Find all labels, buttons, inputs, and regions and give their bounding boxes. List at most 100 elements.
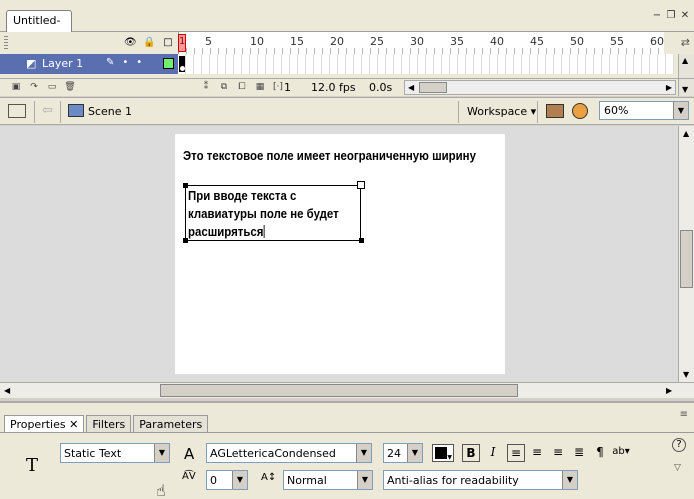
- scroll-left-icon[interactable]: ◀: [4, 386, 10, 395]
- insert-layer-icon[interactable]: ▣: [10, 81, 22, 93]
- edit-multiple-frames-icon[interactable]: ▦: [254, 81, 266, 93]
- layer-outline-color-swatch[interactable]: [163, 58, 174, 69]
- outline-icon[interactable]: □: [162, 37, 174, 49]
- scrollbar-thumb[interactable]: [419, 82, 447, 93]
- antialias-select[interactable]: Anti-alias for readability ▼: [383, 470, 578, 490]
- minimize-icon[interactable]: −: [652, 10, 662, 22]
- layer-name[interactable]: Layer 1: [42, 57, 83, 70]
- scroll-right-icon[interactable]: ▶: [666, 83, 672, 92]
- chevron-down-icon[interactable]: ▼: [356, 444, 371, 462]
- tab-properties[interactable]: Properties ✕: [4, 415, 85, 433]
- layer-header[interactable]: ◩ Layer 1 ✎ • •: [0, 54, 178, 74]
- separator: [537, 101, 538, 123]
- document-tab-bar: Untitled-1* − ❐ ✕: [0, 0, 694, 47]
- delete-layer-icon[interactable]: 🗑: [64, 81, 76, 93]
- scene-breadcrumb[interactable]: Scene 1: [88, 105, 132, 118]
- font-family-select[interactable]: AGLettericaCondensed ▼: [206, 443, 372, 463]
- align-left-icon[interactable]: ≡: [507, 444, 525, 462]
- edit-scene-icon[interactable]: [546, 104, 564, 118]
- text-line: расширяться: [188, 224, 264, 239]
- chevron-down-icon: ▼: [447, 454, 452, 461]
- expand-panel-icon[interactable]: ▽: [674, 463, 681, 473]
- antialias-value: Anti-alias for readability: [387, 474, 519, 487]
- ruler-number: 10: [250, 35, 264, 48]
- back-arrow-icon[interactable]: ⇦: [42, 103, 53, 118]
- close-icon[interactable]: ✕: [680, 10, 690, 22]
- onion-skin-outlines-icon[interactable]: ⧠: [236, 81, 248, 93]
- add-motion-guide-icon[interactable]: ↷: [28, 81, 40, 93]
- scroll-left-icon[interactable]: ◀: [408, 83, 414, 92]
- zoom-value: 60%: [604, 104, 629, 117]
- resize-handle[interactable]: [183, 183, 188, 188]
- align-center-icon[interactable]: ≡: [528, 444, 546, 462]
- eye-icon[interactable]: 👁: [124, 37, 137, 49]
- text-type-select[interactable]: Static Text ▼: [60, 443, 170, 463]
- tab-filters[interactable]: Filters: [86, 415, 132, 433]
- timeline-toggle-icon[interactable]: [8, 104, 26, 118]
- ruler-number: 60: [650, 35, 664, 48]
- character-position-select[interactable]: Normal ▼: [283, 470, 373, 490]
- keyframe-dot-icon: [180, 66, 185, 71]
- window-controls: − ❐ ✕: [652, 10, 690, 22]
- tab-parameters[interactable]: Parameters: [133, 415, 209, 433]
- lock-icon[interactable]: 🔒: [143, 37, 155, 49]
- stage-horizontal-scrollbar[interactable]: ◀ ▶: [0, 382, 694, 398]
- pasteboard[interactable]: Это текстовое поле имеет неограниченную …: [0, 126, 678, 382]
- scroll-down-icon[interactable]: ▼: [683, 370, 689, 379]
- text-color-swatch[interactable]: ▼: [432, 444, 454, 462]
- playhead[interactable]: 1: [178, 34, 186, 52]
- text-type-value: Static Text: [64, 447, 122, 460]
- visibility-dot-icon[interactable]: •: [122, 57, 128, 68]
- frame-cells[interactable]: [178, 54, 674, 74]
- chevron-down-icon[interactable]: ▼: [407, 444, 422, 462]
- fixed-width-text-field[interactable]: При вводе текста с клавиатуры поле не бу…: [185, 185, 361, 241]
- modify-onion-markers-icon[interactable]: [·]: [272, 81, 284, 93]
- layer-row[interactable]: ◩ Layer 1 ✎ • •: [0, 54, 694, 74]
- help-icon[interactable]: ?: [672, 438, 686, 452]
- timeline-menu-icon[interactable]: ⇄: [681, 36, 690, 49]
- frame-ruler[interactable]: 5 10 15 20 25 30 35 40 45 50 55 60: [178, 32, 664, 54]
- restore-icon[interactable]: ❐: [666, 10, 676, 22]
- letter-spacing-value: 0: [210, 474, 217, 487]
- timeline-header: 👁 🔒 □ 5 10 15 20 25 30 35 40 45 50 55 60…: [0, 32, 694, 54]
- text-orientation-icon[interactable]: ab▾: [612, 444, 630, 462]
- scroll-up-icon[interactable]: ▲: [682, 56, 688, 65]
- justify-icon[interactable]: ≣: [570, 444, 588, 462]
- timeline-horizontal-scrollbar[interactable]: ◀ ▶: [404, 80, 676, 95]
- italic-icon[interactable]: I: [484, 444, 502, 462]
- panel-menu-icon[interactable]: ≡: [680, 409, 688, 420]
- letter-spacing-field[interactable]: 0 ▼: [206, 470, 248, 490]
- edit-symbols-icon[interactable]: [572, 103, 588, 119]
- scrollbar-thumb[interactable]: [680, 230, 693, 288]
- chevron-down-icon[interactable]: ▼: [562, 471, 577, 489]
- chevron-down-icon[interactable]: ▼: [357, 471, 372, 489]
- insert-folder-icon[interactable]: ▭: [46, 81, 58, 93]
- stage-vertical-scrollbar[interactable]: ▲ ▼: [678, 126, 694, 382]
- close-tab-icon[interactable]: ✕: [69, 418, 78, 431]
- lock-dot-icon[interactable]: •: [136, 57, 142, 68]
- font-size-field[interactable]: 24 ▼: [383, 443, 423, 463]
- chevron-down-icon[interactable]: ▼: [673, 102, 688, 119]
- workspace-menu[interactable]: Workspace ▾: [467, 105, 536, 118]
- document-tab[interactable]: Untitled-1*: [6, 10, 72, 47]
- chevron-down-icon[interactable]: ▼: [154, 444, 169, 462]
- resize-handle[interactable]: [183, 238, 188, 243]
- resize-handle[interactable]: [359, 238, 364, 243]
- bold-icon[interactable]: B: [462, 444, 480, 462]
- scroll-up-icon[interactable]: ▲: [683, 129, 689, 138]
- center-frame-icon[interactable]: ⁑: [200, 81, 212, 93]
- width-handle-square[interactable]: [357, 181, 365, 189]
- scrollbar-thumb[interactable]: [160, 384, 518, 397]
- chevron-down-icon[interactable]: ▼: [232, 471, 247, 489]
- unlimited-width-text-field[interactable]: Это текстовое поле имеет неограниченную …: [183, 148, 476, 163]
- ruler-number: 50: [570, 35, 584, 48]
- scroll-right-icon[interactable]: ▶: [666, 386, 672, 395]
- paragraph-format-icon[interactable]: ¶: [591, 444, 609, 462]
- stage[interactable]: Это текстовое поле имеет неограниченную …: [175, 134, 505, 374]
- align-right-icon[interactable]: ≡: [549, 444, 567, 462]
- text-caret: [263, 225, 265, 238]
- zoom-select[interactable]: 60% ▼: [599, 101, 689, 120]
- panel-grip-icon[interactable]: [4, 36, 8, 50]
- onion-skin-icon[interactable]: ⧉: [218, 81, 230, 93]
- current-frame-readout: 1: [284, 81, 291, 94]
